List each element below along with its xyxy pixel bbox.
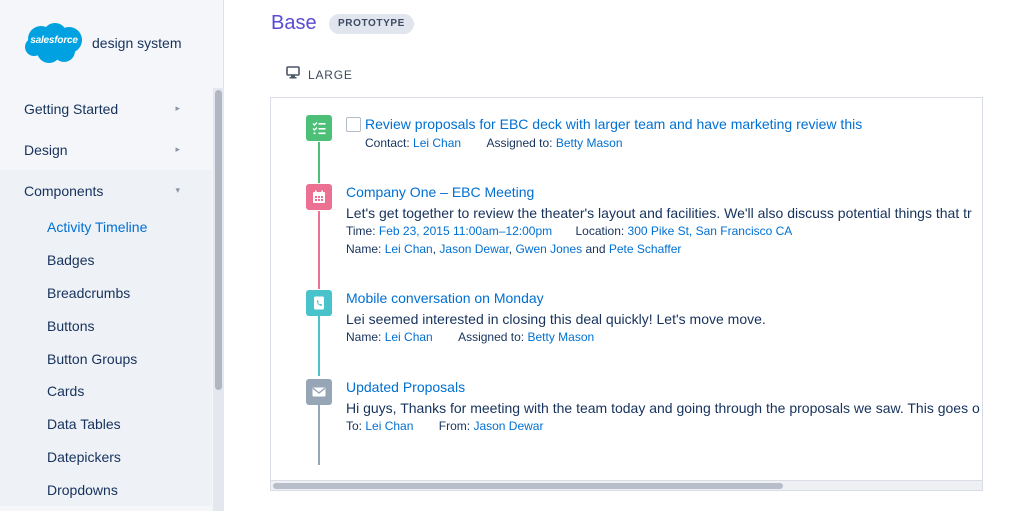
email-icon <box>306 379 332 405</box>
to-link[interactable]: Lei Chan <box>365 419 413 433</box>
nav-item-label: Getting Started <box>24 100 119 117</box>
call-meta: Name: Lei Chan Assigned to: Betty Mason <box>346 330 594 344</box>
assigned-to-link[interactable]: Betty Mason <box>527 330 594 344</box>
meta-label: Location: <box>575 224 625 238</box>
name-link[interactable]: Jason Dewar <box>439 242 508 256</box>
size-option-large[interactable]: LARGE <box>286 66 353 84</box>
sidebar-item-activity-timeline[interactable]: Activity Timeline <box>0 211 212 244</box>
sidebar-scrollbar-thumb[interactable] <box>215 90 222 390</box>
size-label: LARGE <box>308 68 353 82</box>
chevron-right-icon: ▸ <box>175 144 180 154</box>
sidebar: salesforce design system Getting Started… <box>0 0 224 511</box>
preview-scrollbar-thumb[interactable] <box>273 483 783 489</box>
nav-item-getting-started[interactable]: Getting Started ▸ <box>0 88 212 129</box>
meta-label: Name: <box>346 330 382 344</box>
event-title-link[interactable]: Company One – EBC Meeting <box>346 184 534 200</box>
meta-label: From: <box>438 419 471 433</box>
chevron-right-icon: ▸ <box>175 103 180 113</box>
call-body: Lei seemed interested in closing this de… <box>346 311 766 327</box>
desktop-icon <box>286 66 300 84</box>
call-title-link[interactable]: Mobile conversation on Monday <box>346 290 544 306</box>
sidebar-nav: Getting Started ▸ Design ▸ Components ▾ … <box>0 88 212 507</box>
preview-horizontal-scrollbar[interactable] <box>270 480 983 491</box>
meta-label: Contact: <box>365 136 410 150</box>
task-checkbox[interactable] <box>346 117 361 132</box>
name-link[interactable]: Gwen Jones <box>515 242 582 256</box>
event-location-link[interactable]: 300 Pike St, San Francisco CA <box>628 224 793 238</box>
name-link[interactable]: Lei Chan <box>385 242 433 256</box>
task-meta: Contact: Lei Chan Assigned to: Betty Mas… <box>365 136 623 150</box>
nav-item-components[interactable]: Components ▾ <box>0 170 212 211</box>
meta-label: Assigned to: <box>486 136 553 150</box>
name-link[interactable]: Lei Chan <box>385 330 433 344</box>
timeline-line-call <box>318 316 320 376</box>
sidebar-item-data-tables[interactable]: Data Tables <box>0 408 212 441</box>
meta-label: Time: <box>346 224 376 238</box>
nav-item-label: Design <box>24 141 68 158</box>
sidebar-item-dropdowns[interactable]: Dropdowns <box>0 473 212 506</box>
meta-label: Name: <box>346 242 382 256</box>
prototype-badge: PROTOTYPE <box>329 14 414 34</box>
event-meta-time: Time: Feb 23, 2015 11:00am–12:00pm Locat… <box>346 224 792 238</box>
phone-icon <box>306 290 332 316</box>
timeline-line-task <box>318 142 320 183</box>
chevron-down-icon: ▾ <box>175 185 180 195</box>
assigned-to-link[interactable]: Betty Mason <box>556 136 623 150</box>
name-link[interactable]: Pete Schaffer <box>609 242 682 256</box>
nav-item-design[interactable]: Design ▸ <box>0 129 212 170</box>
event-body: Let's get together to review the theater… <box>346 205 972 221</box>
meta-label: To: <box>346 419 363 433</box>
calendar-icon <box>306 184 332 210</box>
brand-name: design system <box>92 35 182 51</box>
sidebar-item-badges[interactable]: Badges <box>0 244 212 277</box>
task-title-link[interactable]: Review proposals for EBC deck with large… <box>365 116 862 132</box>
and-text: and <box>585 242 606 256</box>
sidebar-item-cards[interactable]: Cards <box>0 375 212 408</box>
salesforce-cloud-logo: salesforce <box>24 22 84 64</box>
sidebar-item-datepickers[interactable]: Datepickers <box>0 441 212 474</box>
components-sublist: Activity Timeline Badges Breadcrumbs But… <box>0 211 212 507</box>
sidebar-item-buttons[interactable]: Buttons <box>0 309 212 342</box>
contact-link[interactable]: Lei Chan <box>413 136 461 150</box>
from-link[interactable]: Jason Dewar <box>473 419 543 433</box>
cloud-logo-text: salesforce <box>30 35 78 46</box>
meta-label: Assigned to: <box>458 330 525 344</box>
event-time-link[interactable]: Feb 23, 2015 11:00am–12:00pm <box>379 224 552 238</box>
email-title-link[interactable]: Updated Proposals <box>346 379 465 395</box>
task-icon <box>306 115 332 141</box>
email-body: Hi guys, Thanks for meeting with the tea… <box>346 400 980 416</box>
page-title: Base <box>271 12 317 34</box>
sidebar-item-button-groups[interactable]: Button Groups <box>0 342 212 375</box>
preview-frame: Review proposals for EBC deck with large… <box>270 97 983 491</box>
timeline-line-event <box>318 211 320 289</box>
brand-logo[interactable]: salesforce design system <box>24 22 181 64</box>
timeline-line-email <box>318 405 320 465</box>
email-meta: To: Lei Chan From: Jason Dewar <box>346 419 543 433</box>
event-meta-names: Name: Lei Chan, Jason Dewar, Gwen Jones … <box>346 242 682 256</box>
nav-item-label: Components <box>24 182 104 199</box>
sidebar-item-breadcrumbs[interactable]: Breadcrumbs <box>0 277 212 310</box>
